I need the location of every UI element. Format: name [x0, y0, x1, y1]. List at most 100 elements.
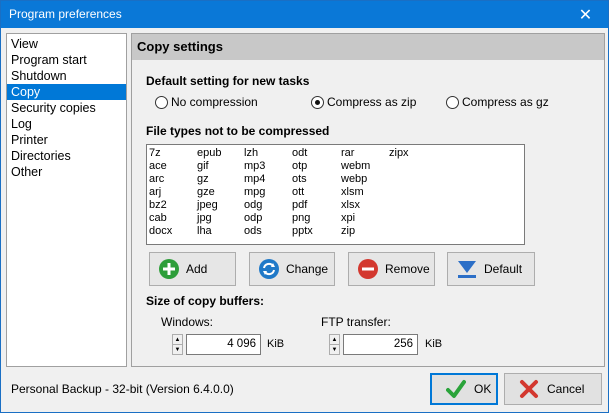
windows-buffer-unit: KiB — [267, 338, 285, 350]
category-list[interactable]: View Program start Shutdown Copy Securit… — [6, 33, 127, 367]
filetype-item[interactable]: lha — [197, 225, 221, 238]
filetype-item[interactable]: gze — [197, 186, 221, 199]
refresh-icon — [258, 258, 280, 280]
default-arrow-down-icon — [456, 258, 478, 280]
add-icon — [158, 258, 180, 280]
buffers-label: Size of copy buffers: — [146, 294, 265, 308]
title-bar: Program preferences ✕ — [1, 1, 608, 28]
filetype-item[interactable]: rar — [341, 147, 370, 160]
radio-circle[interactable] — [446, 95, 459, 109]
radio-circle[interactable] — [155, 95, 168, 109]
filetype-item[interactable]: xlsm — [341, 186, 370, 199]
filetype-item[interactable]: ots — [292, 173, 313, 186]
filetype-item[interactable]: arc — [149, 173, 172, 186]
filetype-item[interactable]: mp3 — [244, 160, 265, 173]
radio-label: Compress as zip — [327, 95, 417, 109]
filetype-item[interactable]: mpg — [244, 186, 265, 199]
filetype-item[interactable]: 7z — [149, 147, 172, 160]
ok-button-label: OK — [474, 382, 492, 396]
cancel-button[interactable]: Cancel — [504, 373, 602, 405]
windows-buffer-field[interactable]: 4 096 — [186, 334, 261, 355]
sidebar-item-program-start[interactable]: Program start — [7, 52, 126, 68]
filetypes-label: File types not to be compressed — [146, 124, 330, 138]
filetypes-column: epub gif gz gze jpeg jpg lha — [197, 147, 221, 238]
panel-title: Copy settings — [132, 34, 604, 60]
filetype-item[interactable]: docx — [149, 225, 172, 238]
filetype-item[interactable]: pdf — [292, 199, 313, 212]
sidebar-item-shutdown[interactable]: Shutdown — [7, 68, 126, 84]
filetype-item[interactable]: ace — [149, 160, 172, 173]
ftp-buffer-field[interactable]: 256 — [343, 334, 418, 355]
filetype-item[interactable]: webm — [341, 160, 370, 173]
filetype-item[interactable]: gif — [197, 160, 221, 173]
radio-label: No compression — [171, 95, 258, 109]
filetypes-column: odt otp ots ott pdf png pptx — [292, 147, 313, 238]
filetypes-column: 7z ace arc arj bz2 cab docx — [149, 147, 172, 238]
filetype-item[interactable]: ods — [244, 225, 265, 238]
stepper-down-icon[interactable]: ▼ — [173, 345, 182, 355]
ok-button[interactable]: OK — [430, 373, 498, 405]
remove-button-label: Remove — [385, 262, 430, 276]
remove-icon — [357, 258, 379, 280]
change-button[interactable]: Change — [249, 252, 335, 286]
add-button[interactable]: Add — [149, 252, 236, 286]
stepper-up-icon[interactable]: ▲ — [173, 335, 182, 345]
filetype-item[interactable]: lzh — [244, 147, 265, 160]
checkmark-icon — [446, 379, 466, 399]
change-button-label: Change — [286, 262, 329, 276]
default-setting-label: Default setting for new tasks — [146, 74, 310, 88]
window-title: Program preferences — [9, 7, 122, 21]
filetype-item[interactable]: zip — [341, 225, 370, 238]
filetype-item[interactable]: odg — [244, 199, 265, 212]
filetype-item[interactable]: gz — [197, 173, 221, 186]
filetypes-column: zipx — [389, 147, 409, 160]
remove-button[interactable]: Remove — [348, 252, 435, 286]
filetype-item[interactable]: webp — [341, 173, 370, 186]
stepper-up-icon[interactable]: ▲ — [330, 335, 339, 345]
filetype-item[interactable]: odp — [244, 212, 265, 225]
filetypes-column: lzh mp3 mp4 mpg odg odp ods — [244, 147, 265, 238]
filetype-item[interactable]: mp4 — [244, 173, 265, 186]
windows-buffer-label: Windows: — [161, 315, 214, 329]
sidebar-item-copy[interactable]: Copy — [7, 84, 126, 100]
filetypes-list[interactable]: 7z ace arc arj bz2 cab docx epub gif gz … — [146, 144, 525, 245]
sidebar-item-directories[interactable]: Directories — [7, 148, 126, 164]
filetype-item[interactable]: xpi — [341, 212, 370, 225]
filetype-item[interactable]: png — [292, 212, 313, 225]
cancel-x-icon — [519, 379, 539, 399]
close-icon[interactable]: ✕ — [563, 1, 608, 28]
filetype-item[interactable]: otp — [292, 160, 313, 173]
preferences-window: Program preferences ✕ View Program start… — [0, 0, 609, 413]
default-button-label: Default — [484, 262, 523, 276]
sidebar-item-log[interactable]: Log — [7, 116, 126, 132]
cancel-button-label: Cancel — [547, 382, 585, 396]
radio-no-compression[interactable]: No compression — [155, 95, 258, 109]
filetype-item[interactable]: jpeg — [197, 199, 221, 212]
ftp-buffer-label: FTP transfer: — [321, 315, 391, 329]
sidebar-item-other[interactable]: Other — [7, 164, 126, 180]
ftp-buffer-stepper[interactable]: ▲ ▼ — [329, 334, 340, 355]
radio-label: Compress as gz — [462, 95, 549, 109]
version-status: Personal Backup - 32-bit (Version 6.4.0.… — [11, 382, 234, 396]
filetype-item[interactable]: xlsx — [341, 199, 370, 212]
sidebar-item-view[interactable]: View — [7, 36, 126, 52]
radio-compress-zip[interactable]: Compress as zip — [311, 95, 416, 109]
filetype-item[interactable]: arj — [149, 186, 172, 199]
radio-circle-checked[interactable] — [311, 95, 324, 109]
filetype-item[interactable]: epub — [197, 147, 221, 160]
add-button-label: Add — [186, 262, 208, 276]
filetype-item[interactable]: zipx — [389, 147, 409, 160]
default-button[interactable]: Default — [447, 252, 535, 286]
ftp-buffer-unit: KiB — [425, 338, 443, 350]
sidebar-item-security-copies[interactable]: Security copies — [7, 100, 126, 116]
windows-buffer-stepper[interactable]: ▲ ▼ — [172, 334, 183, 355]
filetype-item[interactable]: bz2 — [149, 199, 172, 212]
sidebar-item-printer[interactable]: Printer — [7, 132, 126, 148]
filetype-item[interactable]: jpg — [197, 212, 221, 225]
radio-compress-gz[interactable]: Compress as gz — [446, 95, 549, 109]
filetype-item[interactable]: odt — [292, 147, 313, 160]
filetype-item[interactable]: cab — [149, 212, 172, 225]
filetype-item[interactable]: pptx — [292, 225, 313, 238]
filetype-item[interactable]: ott — [292, 186, 313, 199]
stepper-down-icon[interactable]: ▼ — [330, 345, 339, 355]
